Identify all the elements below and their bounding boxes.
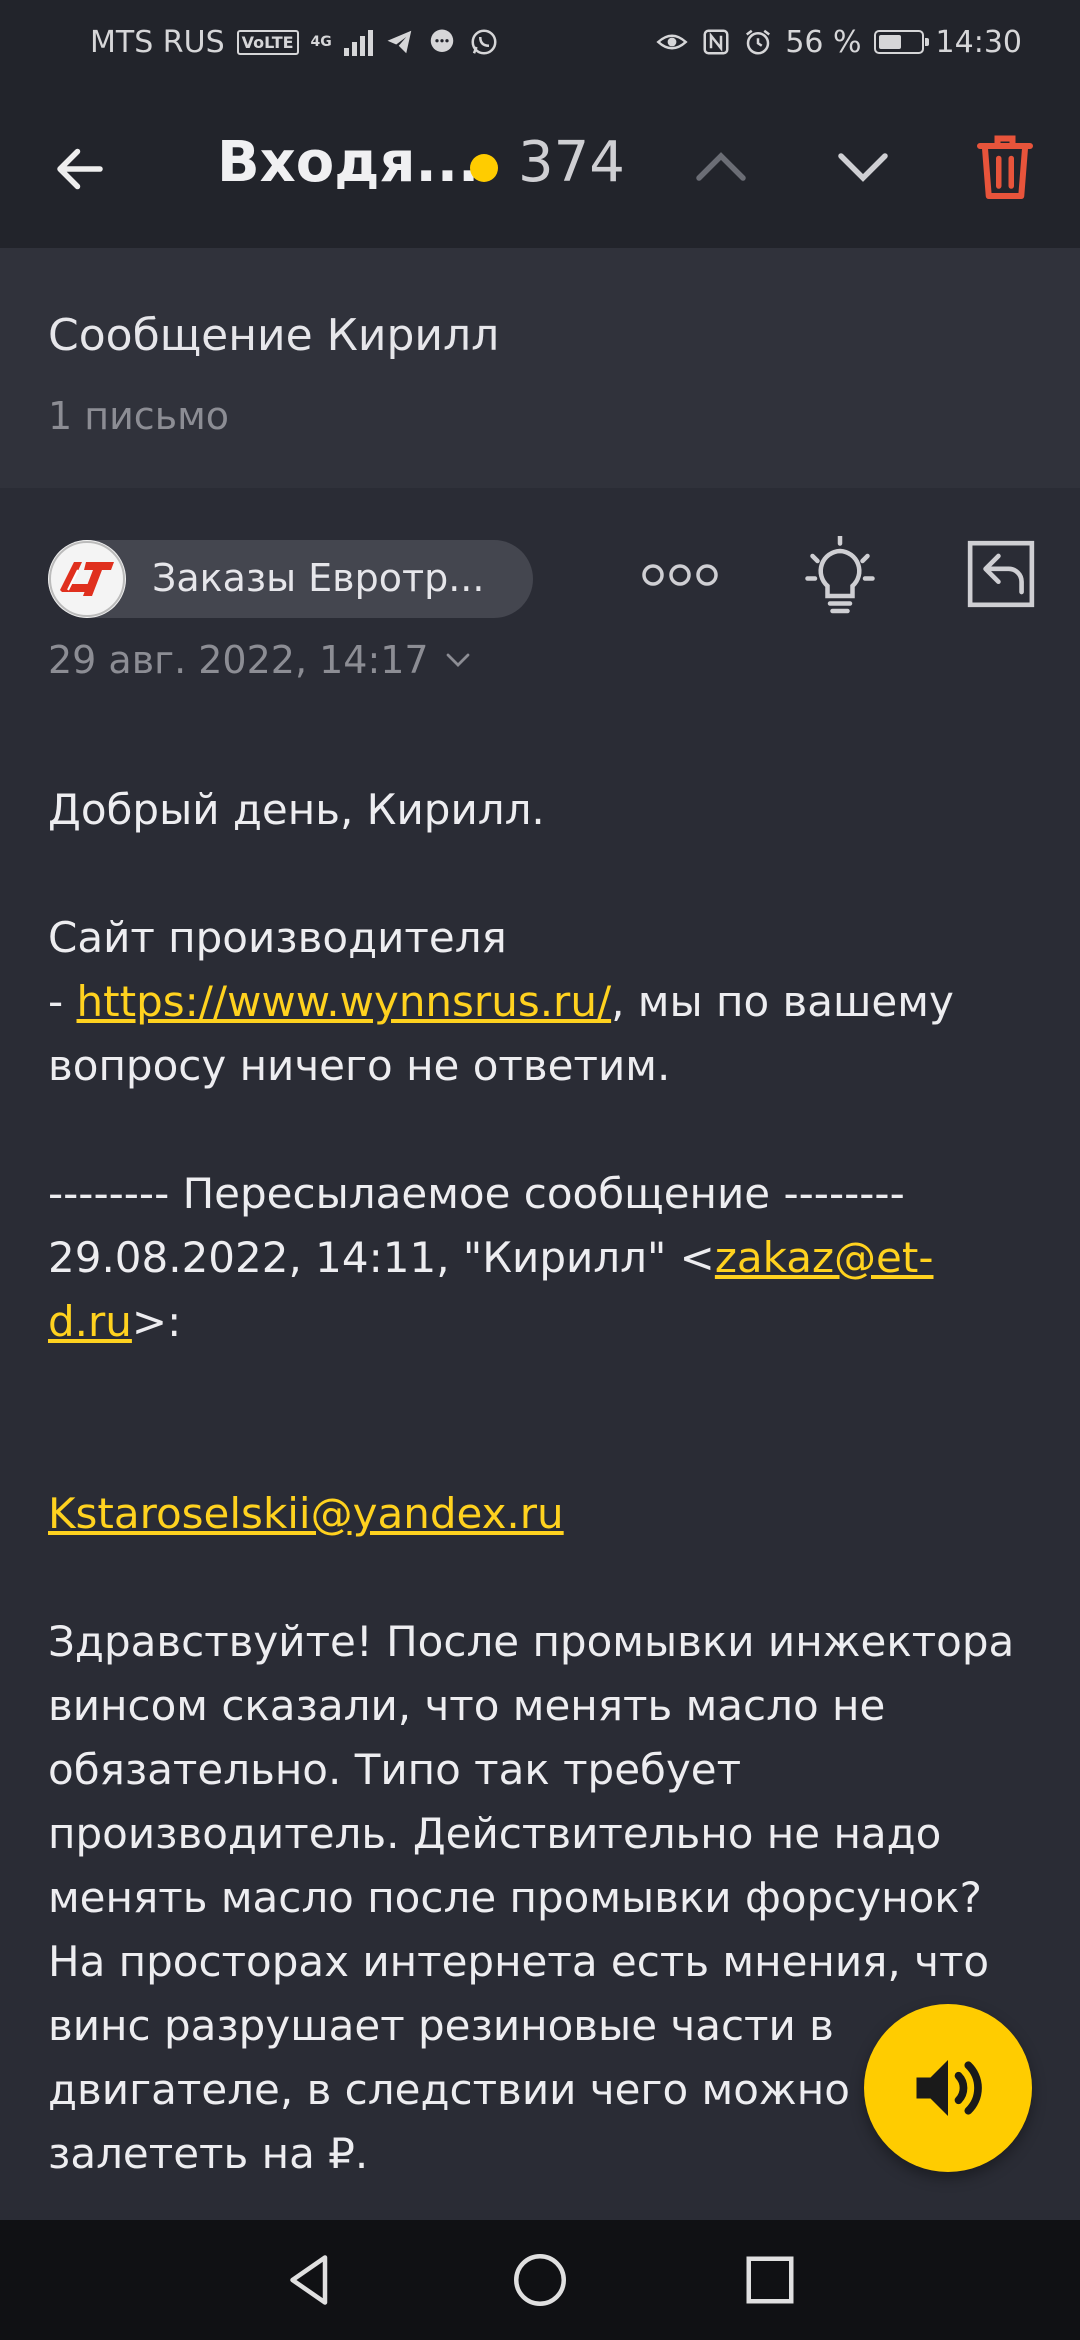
thread-subject: Сообщение Кирилл — [48, 310, 500, 361]
unread-dot — [470, 154, 498, 182]
nav-home-icon[interactable] — [510, 2250, 570, 2310]
body-line: - https://www.wynnsrus.ru/, мы по вашему — [48, 970, 1038, 1034]
site-link[interactable]: https://www.wynnsrus.ru/ — [77, 977, 612, 1026]
system-nav-bar — [0, 2220, 1080, 2340]
app-bar: Входя... 374 — [0, 84, 1080, 248]
battery-fill — [878, 35, 901, 49]
chevron-up-icon[interactable] — [688, 134, 754, 200]
status-bar: MTS RUS VoLTE 4G 56 % 14:30 — [0, 0, 1080, 84]
forward-from: 29.08.2022, 14:11, "Кирилл" <zakaz@et-d.… — [48, 1226, 1038, 1354]
sender-avatar — [48, 540, 126, 618]
telegram-icon — [387, 30, 412, 54]
speaker-icon — [916, 2060, 982, 2116]
body-line: вопросу ничего не ответим. — [48, 1041, 671, 1090]
sender-name: Заказы Евротр... — [152, 556, 485, 600]
alarm-icon — [746, 29, 771, 55]
network-type: 4G — [310, 34, 332, 50]
unread-count: 374 — [518, 130, 625, 195]
sender-logo-icon — [49, 541, 125, 617]
reply-icon[interactable] — [965, 538, 1037, 610]
battery-percent: 56 % — [785, 24, 862, 60]
message-body: Добрый день, Кирилл. Сайт производителя … — [48, 778, 1038, 2186]
nav-recents-icon[interactable] — [740, 2250, 800, 2310]
message-date[interactable]: 29 авг. 2022, 14:17 — [48, 638, 473, 682]
clock: 14:30 — [935, 24, 1022, 60]
forward-header: -------- Пересылаемое сообщение -------- — [48, 1169, 905, 1218]
nfc-icon — [703, 29, 729, 55]
chevron-down-icon[interactable] — [830, 134, 896, 200]
thread-header: Сообщение Кирилл 1 письмо — [0, 248, 1080, 488]
contact-email-link[interactable]: Kstaroselskii@yandex.ru — [48, 1489, 564, 1538]
body-line: Сайт производителя — [48, 913, 507, 962]
forward-from-end: >: — [131, 1297, 182, 1346]
sender-chip[interactable]: Заказы Евротр... — [48, 540, 533, 618]
forward-from-text: 29.08.2022, 14:11, "Кирилл" < — [48, 1233, 715, 1282]
trash-icon[interactable] — [975, 131, 1035, 201]
read-aloud-button[interactable] — [864, 2004, 1032, 2172]
body-text: , мы по вашему — [611, 977, 954, 1026]
more-options-icon[interactable] — [640, 560, 720, 590]
battery-icon — [873, 30, 929, 54]
back-arrow-icon[interactable] — [50, 139, 110, 199]
eye-icon — [656, 34, 688, 50]
dash-text: - — [48, 977, 77, 1026]
chevron-down-icon — [446, 653, 469, 667]
nav-back-icon[interactable] — [280, 2250, 340, 2310]
carrier-label: MTS RUS — [90, 24, 225, 60]
greeting-text: Добрый день, Кирилл. — [48, 785, 545, 834]
folder-title[interactable]: Входя... — [217, 130, 479, 195]
thread-count: 1 письмо — [48, 394, 230, 438]
volte-badge: VoLTE — [236, 29, 299, 55]
message-card: Заказы Евротр... 29 авг. 2022, 14:17 Доб… — [0, 488, 1080, 2220]
message-icon — [430, 29, 454, 52]
whatsapp-icon — [471, 29, 497, 55]
message-date-text: 29 авг. 2022, 14:17 — [48, 638, 429, 682]
signal-icon — [343, 28, 373, 56]
lightbulb-icon[interactable] — [805, 536, 875, 626]
